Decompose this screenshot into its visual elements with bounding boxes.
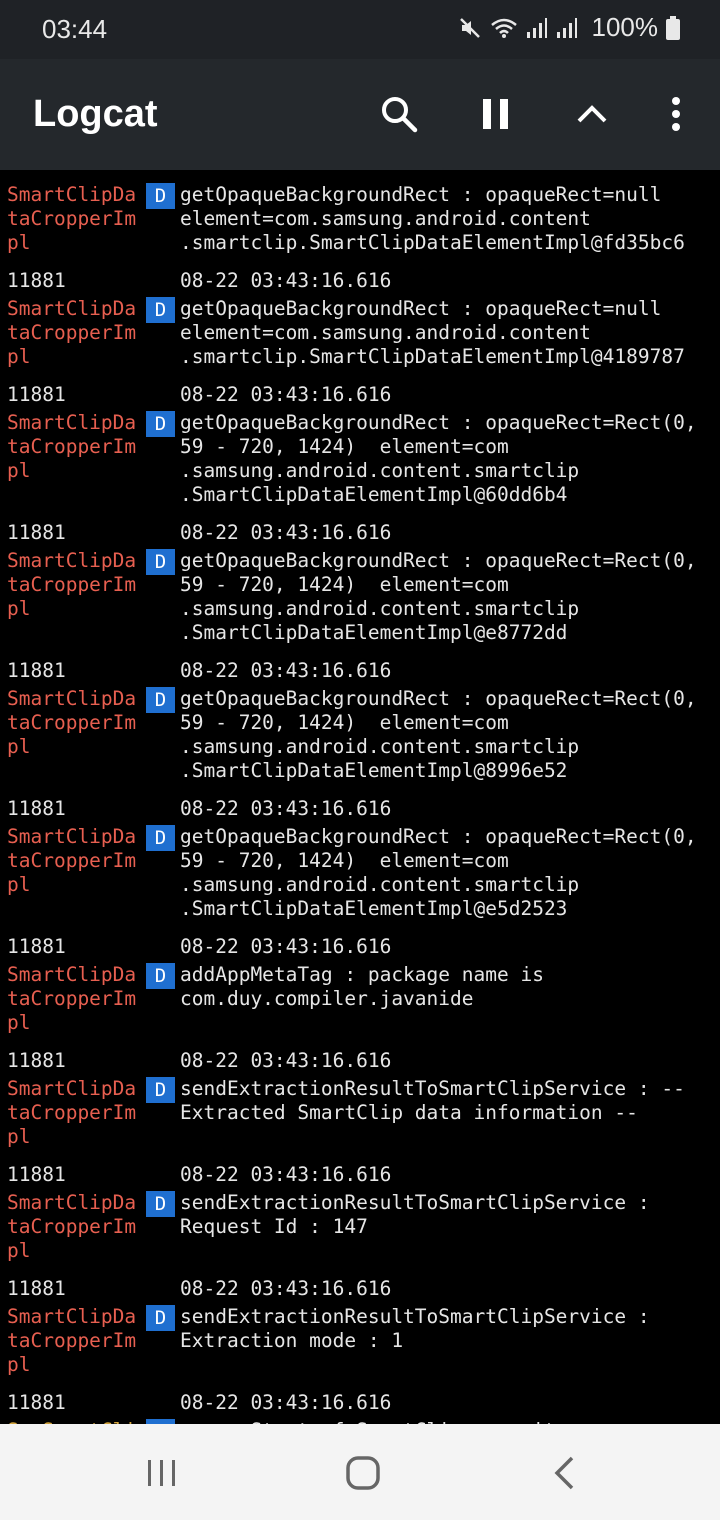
log-entry[interactable]: SmartClipDa taCropperIm pl DgetOpaqueBack… xyxy=(0,170,720,269)
log-timestamp: 08-22 03:43:16.616 xyxy=(180,659,392,682)
log-entry[interactable]: 11881 08-22 03:43:16.616 SmartClipDa taCro… xyxy=(0,935,720,1049)
log-message: getOpaqueBackgroundRect : opaqueRect=Rec… xyxy=(180,687,697,782)
battery-percent: 100% xyxy=(591,12,659,42)
log-pid: 11881 xyxy=(7,935,66,958)
log-tag: SmartClipDa taCropperIm pl xyxy=(7,963,137,1034)
log-entry[interactable]: 11881 08-22 03:43:16.616 SmartClipDa taCro… xyxy=(0,659,720,797)
log-level-badge: D xyxy=(146,963,175,989)
status-time: 03:44 xyxy=(42,14,108,44)
log-pid: 11881 xyxy=(7,1163,66,1186)
log-message: getOpaqueBackgroundRect : opaqueRect=Rec… xyxy=(180,549,697,644)
log-message: addAppMetaTag : package name is com.duy.… xyxy=(180,963,544,1010)
log-message: sendExtractionResultToSmartClipService :… xyxy=(180,1077,685,1124)
log-level-badge: D xyxy=(146,1191,175,1217)
page-title: Logcat xyxy=(33,93,158,135)
log-level-badge: D xyxy=(146,183,175,209)
recents-button[interactable] xyxy=(132,1448,192,1498)
log-entry[interactable]: 11881 08-22 03:43:16.616 SmartClipDa taCro… xyxy=(0,797,720,935)
pause-icon xyxy=(483,99,508,129)
overflow-menu-button[interactable] xyxy=(651,89,701,139)
log-list-content: SmartClipDa taCropperIm pl DgetOpaqueBack… xyxy=(0,170,720,1424)
signal-icon-1 xyxy=(526,17,547,38)
scroll-up-button[interactable] xyxy=(567,89,617,139)
log-entry[interactable]: 11881 08-22 03:43:16.616 SmartClipDa taCro… xyxy=(0,1277,720,1391)
log-level-badge: D xyxy=(146,411,175,437)
pause-button[interactable] xyxy=(471,89,521,139)
back-button[interactable] xyxy=(534,1448,594,1498)
recents-icon xyxy=(148,1460,175,1486)
log-timestamp: 08-22 03:43:16.616 xyxy=(180,1049,392,1072)
log-pid: 11881 xyxy=(7,383,66,406)
log-list[interactable]: SmartClipDa taCropperIm pl DgetOpaqueBack… xyxy=(0,170,720,1424)
log-entry[interactable]: 1188108-22 03:43:16.616SemSmartCli pData… xyxy=(0,1391,720,1424)
log-timestamp: 08-22 03:43:16.616 xyxy=(180,269,392,292)
log-tag: SmartClipDa taCropperIm pl xyxy=(7,549,137,620)
status-icons: 100% xyxy=(458,12,680,43)
log-entry[interactable]: 11881 08-22 03:43:16.616 SmartClipDa taCro… xyxy=(0,1163,720,1277)
log-message: getOpaqueBackgroundRect : opaqueRect=nul… xyxy=(180,183,685,254)
log-pid: 11881 xyxy=(7,269,66,292)
log-pid: 11881 xyxy=(7,659,66,682)
more-vert-icon xyxy=(672,97,680,131)
log-message: sendExtractionResultToSmartClipService :… xyxy=(180,1191,650,1238)
mute-icon xyxy=(459,17,480,38)
log-tag: SmartClipDa taCropperIm pl xyxy=(7,1305,137,1376)
status-bar: 03:44 100% xyxy=(0,0,720,59)
search-button[interactable] xyxy=(374,89,424,139)
back-icon xyxy=(554,1456,574,1490)
log-pid: 11881 xyxy=(7,1391,66,1414)
log-message: getOpaqueBackgroundRect : opaqueRect=Rec… xyxy=(180,825,697,920)
home-icon xyxy=(346,1456,380,1490)
home-button[interactable] xyxy=(333,1448,393,1498)
chevron-up-icon xyxy=(577,105,607,123)
log-message: sendExtractionResultToSmartClipService :… xyxy=(180,1305,650,1352)
log-level-badge: D xyxy=(146,297,175,323)
battery-icon xyxy=(666,15,680,40)
log-level-badge: D xyxy=(146,1077,175,1103)
log-tag: SmartClipDa taCropperIm pl xyxy=(7,297,137,368)
wifi-icon xyxy=(490,18,517,38)
log-pid: 11881 xyxy=(7,797,66,820)
log-pid: 11881 xyxy=(7,1049,66,1072)
navigation-bar xyxy=(0,1424,720,1520)
log-level-badge: D xyxy=(146,549,175,575)
log-tag: SmartClipDa taCropperIm pl xyxy=(7,411,137,482)
log-entry[interactable]: 11881 08-22 03:43:16.616 SmartClipDa taCro… xyxy=(0,1049,720,1163)
log-timestamp: 08-22 03:43:16.616 xyxy=(180,1277,392,1300)
log-message: getOpaqueBackgroundRect : opaqueRect=Rec… xyxy=(180,411,697,506)
log-pid: 11881 xyxy=(7,1277,66,1300)
log-message: getOpaqueBackgroundRect : opaqueRect=nul… xyxy=(180,297,685,368)
log-timestamp: 08-22 03:43:16.616 xyxy=(180,935,392,958)
log-timestamp: 08-22 03:43:16.616 xyxy=(180,1163,392,1186)
log-timestamp: 08-22 03:43:16.616 xyxy=(180,521,392,544)
log-timestamp: 08-22 03:43:16.616 xyxy=(180,797,392,820)
log-level-badge: D xyxy=(146,1305,175,1331)
log-entry[interactable]: 11881 08-22 03:43:16.616 SmartClipDa taCro… xyxy=(0,521,720,659)
log-tag: SmartClipDa taCropperIm pl xyxy=(7,1191,137,1262)
log-entry[interactable]: 11881 08-22 03:43:16.616 SmartClipDa taCro… xyxy=(0,383,720,521)
log-tag: SmartClipDa taCropperIm pl xyxy=(7,1077,137,1148)
signal-icon-2 xyxy=(556,17,577,38)
log-pid: 11881 xyxy=(7,521,66,544)
search-icon xyxy=(382,97,418,133)
log-level-badge: D xyxy=(146,687,175,713)
log-level-badge: D xyxy=(146,825,175,851)
log-entry[interactable]: 11881 08-22 03:43:16.616 SmartClipDa taCro… xyxy=(0,269,720,383)
log-tag: SmartClipDa taCropperIm pl xyxy=(7,825,137,896)
log-tag: SmartClipDa taCropperIm pl xyxy=(7,687,137,758)
app-toolbar: Logcat xyxy=(0,59,720,170)
log-tag: SmartClipDa taCropperIm pl xyxy=(7,183,137,254)
log-timestamp: 08-22 03:43:16.616 xyxy=(180,1391,392,1414)
log-timestamp: 08-22 03:43:16.616 xyxy=(180,383,392,406)
